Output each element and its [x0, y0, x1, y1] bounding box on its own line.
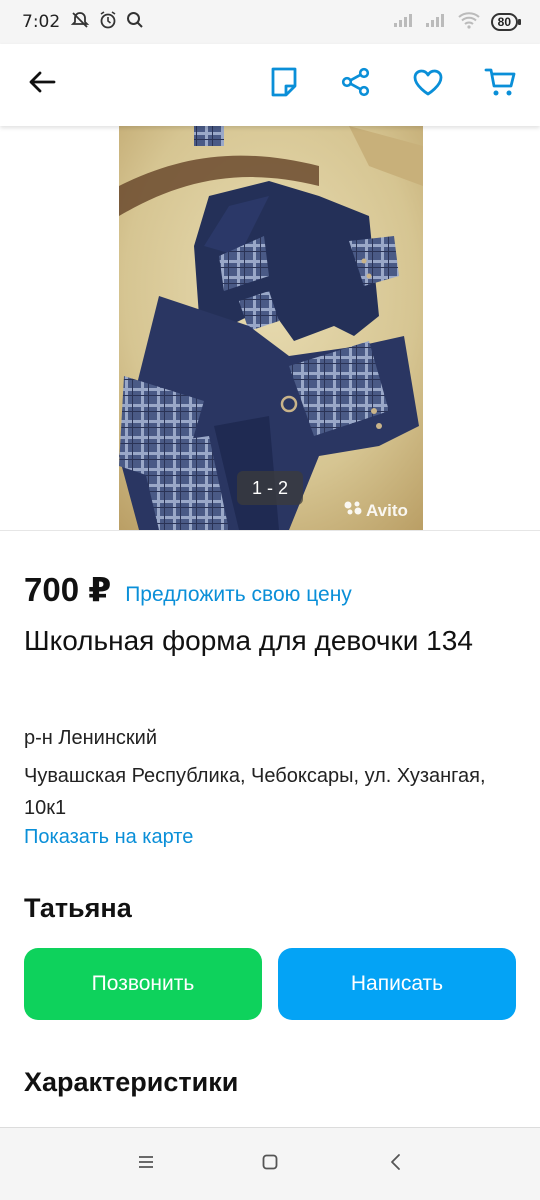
status-bar: 7:02 80	[0, 0, 540, 44]
app-bar-actions	[266, 66, 518, 102]
battery-icon: 80	[490, 13, 522, 31]
home-button[interactable]	[254, 1148, 286, 1180]
muted-bell-icon	[70, 10, 90, 35]
note-button[interactable]	[266, 66, 302, 102]
menu-icon	[137, 1154, 155, 1175]
listing-address: Чувашская Республика, Чебоксары, ул. Хуз…	[24, 765, 486, 819]
status-left-icons	[70, 10, 144, 35]
share-icon	[341, 67, 371, 102]
price-row: 700 ₽ Предложить свою цену	[24, 570, 352, 609]
back-chevron-icon	[388, 1153, 404, 1176]
home-square-icon	[261, 1153, 279, 1176]
cart-icon	[484, 66, 516, 103]
heart-icon	[412, 68, 444, 101]
favorite-button[interactable]	[410, 66, 446, 102]
app-bar	[0, 44, 540, 126]
avito-watermark: Avito	[343, 500, 408, 521]
seller-name[interactable]: Татьяна	[24, 893, 132, 924]
photo-gallery[interactable]	[0, 126, 540, 530]
characteristics-heading: Характеристики	[24, 1067, 239, 1097]
listing-price: 700 ₽	[24, 571, 112, 608]
note-icon	[270, 66, 298, 103]
recent-apps-button[interactable]	[130, 1148, 162, 1180]
gallery-divider	[0, 530, 540, 531]
listing-title: Школьная форма для девочки 134	[24, 625, 473, 656]
system-nav-bar	[0, 1128, 540, 1200]
wifi-icon	[457, 11, 481, 34]
offer-price-link[interactable]: Предложить свою цену	[125, 583, 352, 607]
avito-logo-icon	[343, 500, 363, 521]
show-on-map-link[interactable]: Показать на карте	[24, 826, 193, 849]
system-back-button[interactable]	[380, 1148, 412, 1180]
listing-photo[interactable]	[119, 126, 423, 530]
call-button[interactable]: Позвонить	[24, 948, 262, 1020]
search-icon	[126, 11, 144, 34]
cart-button[interactable]	[482, 66, 518, 102]
photo-counter: 1 - 2	[237, 471, 303, 505]
share-button[interactable]	[338, 66, 374, 102]
avito-watermark-text: Avito	[366, 500, 408, 520]
write-button[interactable]: Написать	[278, 948, 516, 1020]
status-right-icons: 80	[393, 11, 522, 34]
signal-icon	[425, 12, 447, 33]
back-button[interactable]	[24, 66, 60, 102]
signal-icon	[393, 12, 415, 33]
arrow-left-icon	[28, 70, 56, 99]
listing-district: р-н Ленинский	[24, 727, 157, 749]
status-time: 7:02	[22, 12, 61, 32]
alarm-icon	[98, 10, 118, 35]
